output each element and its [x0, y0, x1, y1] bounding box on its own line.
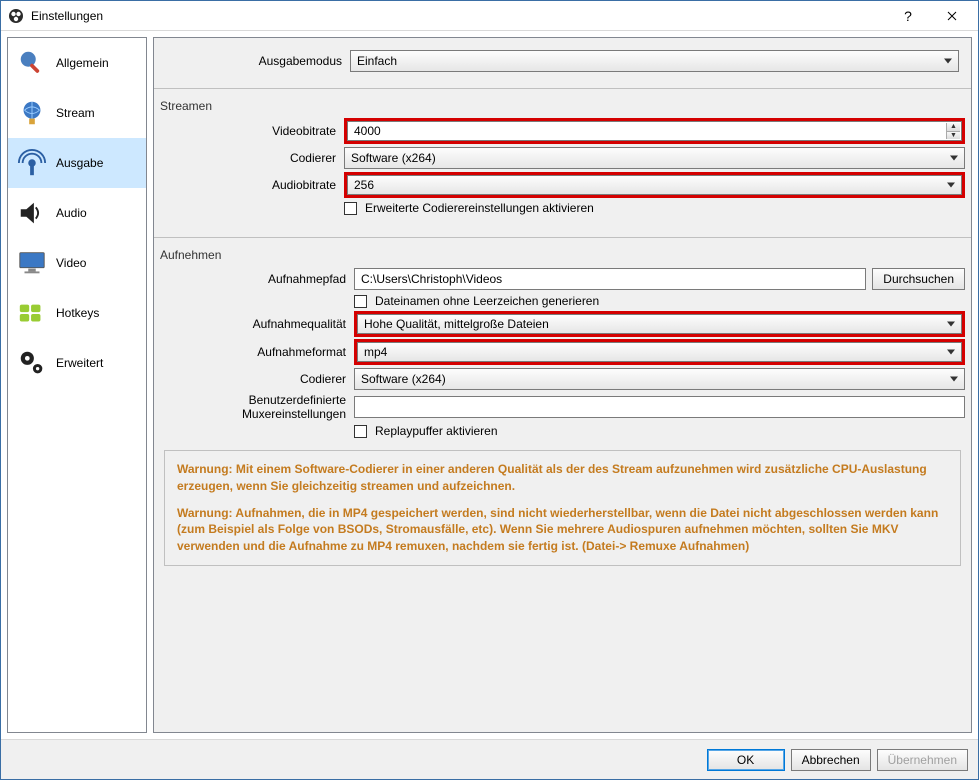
- muxer-input[interactable]: [354, 396, 965, 418]
- sidebar-item-video[interactable]: Video: [8, 238, 146, 288]
- sidebar-item-audio[interactable]: Audio: [8, 188, 146, 238]
- audio-bitrate-label: Audiobitrate: [160, 178, 340, 192]
- sidebar-item-hotkeys[interactable]: Hotkeys: [8, 288, 146, 338]
- sidebar-item-label: Video: [56, 256, 86, 270]
- spinner-buttons[interactable]: ▲▼: [946, 123, 960, 139]
- section-title-stream: Streamen: [154, 95, 971, 117]
- sidebar-item-ausgabe[interactable]: Ausgabe: [8, 138, 146, 188]
- warning-text: Warnung: Mit einem Software-Codierer in …: [177, 461, 948, 495]
- window-title: Einstellungen: [31, 9, 886, 23]
- keyboard-icon: [16, 297, 48, 329]
- apply-button[interactable]: Übernehmen: [877, 749, 968, 771]
- sidebar-item-stream[interactable]: Stream: [8, 88, 146, 138]
- sidebar-item-label: Erweitert: [56, 356, 103, 370]
- wrench-icon: [16, 47, 48, 79]
- record-path-label: Aufnahmepfad: [160, 272, 350, 286]
- record-encoder-label: Codierer: [160, 372, 350, 386]
- browse-button[interactable]: Durchsuchen: [872, 268, 965, 290]
- record-format-select[interactable]: mp4: [357, 342, 962, 362]
- title-bar: Einstellungen ?: [1, 1, 978, 31]
- stream-encoder-select[interactable]: Software (x264): [344, 147, 965, 169]
- audio-bitrate-select[interactable]: 256: [347, 175, 962, 195]
- replay-buffer-checkbox-label: Replaypuffer aktivieren: [375, 424, 498, 438]
- no-spaces-checkbox[interactable]: [354, 295, 367, 308]
- section-title-record: Aufnehmen: [154, 244, 971, 266]
- advanced-encoder-checkbox[interactable]: [344, 202, 357, 215]
- warning-text: Warnung: Aufnahmen, die in MP4 gespeiche…: [177, 505, 948, 555]
- output-mode-select[interactable]: Einfach: [350, 50, 959, 72]
- cancel-button[interactable]: Abbrechen: [791, 749, 871, 771]
- monitor-icon: [16, 247, 48, 279]
- sidebar-item-label: Allgemein: [56, 56, 109, 70]
- record-path-input[interactable]: [354, 268, 866, 290]
- globe-icon: [16, 97, 48, 129]
- replay-buffer-checkbox[interactable]: [354, 425, 367, 438]
- advanced-encoder-checkbox-label: Erweiterte Codierereinstellungen aktivie…: [365, 201, 594, 215]
- muxer-label: Benutzerdefinierte Muxereinstellungen: [160, 393, 350, 421]
- sidebar-item-label: Audio: [56, 206, 87, 220]
- app-icon: [7, 7, 25, 25]
- record-quality-select[interactable]: Hohe Qualität, mittelgroße Dateien: [357, 314, 962, 334]
- broadcast-icon: [16, 147, 48, 179]
- record-quality-label: Aufnahmequalität: [160, 317, 350, 331]
- stream-encoder-label: Codierer: [160, 151, 340, 165]
- sidebar-item-label: Stream: [56, 106, 95, 120]
- sidebar-item-label: Ausgabe: [56, 156, 103, 170]
- help-button[interactable]: ?: [886, 2, 930, 30]
- sidebar-item-erweitert[interactable]: Erweitert: [8, 338, 146, 388]
- video-bitrate-input[interactable]: 4000 ▲▼: [347, 121, 962, 141]
- video-bitrate-label: Videobitrate: [160, 124, 340, 138]
- record-format-label: Aufnahmeformat: [160, 345, 350, 359]
- close-button[interactable]: [930, 2, 974, 30]
- sidebar-item-label: Hotkeys: [56, 306, 99, 320]
- no-spaces-checkbox-label: Dateinamen ohne Leerzeichen generieren: [375, 294, 599, 308]
- dialog-footer: OK Abbrechen Übernehmen: [1, 739, 978, 779]
- record-encoder-select[interactable]: Software (x264): [354, 368, 965, 390]
- warning-box: Warnung: Mit einem Software-Codierer in …: [164, 450, 961, 566]
- speaker-icon: [16, 197, 48, 229]
- gears-icon: [16, 347, 48, 379]
- sidebar-item-allgemein[interactable]: Allgemein: [8, 38, 146, 88]
- ok-button[interactable]: OK: [707, 749, 785, 771]
- output-mode-label: Ausgabemodus: [166, 54, 346, 68]
- main-panel: Ausgabemodus Einfach Streamen Videobitra…: [153, 37, 972, 733]
- sidebar: Allgemein Stream Ausgabe Audio Video: [7, 37, 147, 733]
